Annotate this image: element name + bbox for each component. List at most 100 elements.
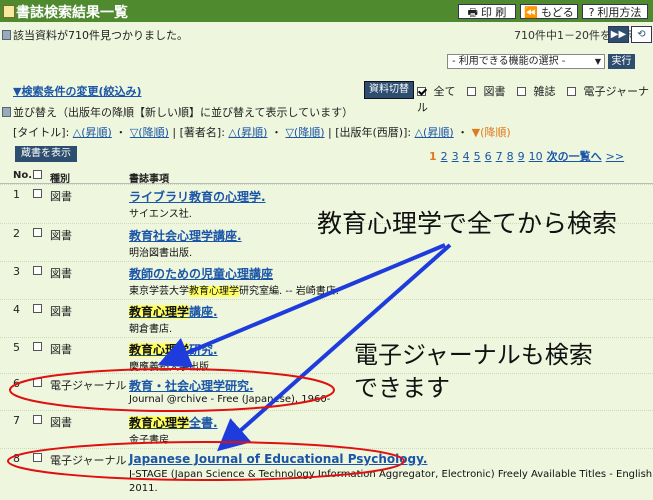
row-checkbox[interactable]: [33, 228, 42, 237]
record-title-link[interactable]: 教育心理学全書.: [129, 414, 218, 431]
record-title-link[interactable]: 教師のための児童心理講座: [129, 265, 273, 282]
row-number: 1: [13, 188, 20, 201]
row-checkbox[interactable]: [33, 266, 42, 275]
help-button[interactable]: ? 利用方法: [582, 4, 648, 19]
page-link[interactable]: 3: [452, 150, 459, 163]
filter-all-checkbox[interactable]: [417, 87, 426, 96]
page-link[interactable]: 9: [518, 150, 525, 163]
result-count: 該当資料が710件見つかりました。: [2, 27, 188, 43]
sort-icon: [2, 107, 11, 117]
sort-author-asc[interactable]: △(昇順): [228, 126, 267, 139]
filter-journals[interactable]: 雑誌: [517, 85, 560, 98]
chevron-down-icon: ▼: [594, 57, 601, 66]
record-title-link[interactable]: 教育心理学講座.: [129, 303, 218, 320]
execute-button[interactable]: 実行: [608, 54, 635, 69]
pagination: 1 2 3 4 5 6 7 8 9 10 次の一覧へ >>: [429, 148, 628, 164]
material-type: 図書: [50, 416, 72, 429]
page-link[interactable]: 8: [507, 150, 514, 163]
printer-icon: 🖶: [467, 6, 478, 19]
change-conditions-link[interactable]: ▼検索条件の変更(絞込み): [13, 83, 142, 99]
sort-author-desc[interactable]: ▽(降順): [285, 126, 324, 139]
table-header: No. 種別 書誌事項: [0, 167, 653, 185]
page-link[interactable]: 7: [496, 150, 503, 163]
row-checkbox[interactable]: [33, 453, 42, 462]
search-term-highlight: 教育心理学: [129, 416, 190, 430]
publisher: サイエンス社.: [129, 209, 192, 220]
annotation-overlay: [7, 243, 452, 481]
row-divider: [0, 448, 653, 449]
row-checkbox[interactable]: [33, 342, 42, 351]
sort-year-asc[interactable]: △(昇順): [415, 126, 454, 139]
row-divider: [0, 410, 653, 411]
select-all-checkbox[interactable]: [33, 170, 42, 179]
publisher-line2: 2011.: [129, 483, 158, 494]
sort-title-desc[interactable]: ▽(降順): [130, 126, 169, 139]
filter-ejournals-checkbox[interactable]: [567, 87, 576, 96]
row-divider: [0, 261, 653, 262]
show-holdings-button[interactable]: 蔵書を表示: [15, 146, 77, 162]
switch-material-button[interactable]: 資料切替: [364, 81, 414, 99]
material-type: 電子ジャーナル: [50, 454, 127, 467]
search-term-highlight: 教育心理学: [129, 343, 190, 357]
help-icon: ?: [588, 6, 595, 19]
record-title-link[interactable]: 教育・社会心理学研究.: [129, 377, 254, 394]
row-checkbox[interactable]: [33, 415, 42, 424]
filter-all[interactable]: 全て: [417, 85, 460, 98]
next-list-link[interactable]: 次の一覧へ: [547, 150, 602, 163]
row-number: 2: [13, 227, 20, 240]
page-title: 書誌検索結果一覧: [16, 5, 128, 21]
page-link[interactable]: 6: [485, 150, 492, 163]
record-title-link[interactable]: Japanese Journal of Educational Psycholo…: [129, 452, 427, 466]
annotation-search-all: 教育心理学で全てから検索: [317, 209, 618, 238]
col-no: No.: [13, 170, 33, 181]
last-page-link[interactable]: >>: [606, 150, 624, 163]
sort-title-asc[interactable]: △(昇順): [73, 126, 112, 139]
publisher: 東京学芸大学教育心理学研究室編. -- 岩崎書店.: [129, 286, 339, 297]
record-title-link[interactable]: 教育心理学研究.: [129, 341, 218, 358]
next-page-button[interactable]: ▶▶: [608, 26, 629, 43]
annotation-ejournal-line2: できます: [354, 374, 450, 402]
page-link[interactable]: 2: [441, 150, 448, 163]
row-checkbox[interactable]: [33, 378, 42, 387]
col-info: 書誌事項: [129, 174, 169, 185]
page-link[interactable]: 4: [463, 150, 470, 163]
page-current: 1: [429, 150, 437, 163]
filter-books[interactable]: 図書: [467, 85, 510, 98]
material-type: 図書: [50, 267, 72, 280]
info-icon: [2, 30, 11, 40]
row-number: 3: [13, 265, 20, 278]
print-button[interactable]: 🖶 印 刷: [458, 4, 516, 19]
refresh-icon: ⟲: [637, 29, 646, 40]
material-type: 図書: [50, 190, 72, 203]
page-link[interactable]: 10: [529, 150, 543, 163]
record-title-link[interactable]: 教育社会心理学講座.: [129, 227, 242, 244]
filter-books-checkbox[interactable]: [467, 87, 476, 96]
page-link[interactable]: 5: [474, 150, 481, 163]
document-icon: [3, 5, 15, 18]
publisher: Journal @rchive - Free (Japanese), 1960-: [129, 394, 331, 405]
annotation-ejournal-line1: 電子ジャーナルも検索: [354, 341, 593, 369]
row-number: 6: [13, 377, 20, 390]
fast-forward-icon: ▶▶: [610, 29, 627, 40]
row-checkbox[interactable]: [33, 304, 42, 313]
row-number: 7: [13, 414, 20, 427]
record-title-link[interactable]: ライブラリ教育の心理学.: [129, 188, 266, 205]
filter-journals-checkbox[interactable]: [517, 87, 526, 96]
sort-options: [タイトル]: △(昇順) ・ ▽(降順) | [著者名]: △(昇順) ・ ▽…: [13, 126, 511, 139]
search-term-highlight: 教育心理学: [129, 305, 190, 319]
material-type: 図書: [50, 343, 72, 356]
row-checkbox[interactable]: [33, 189, 42, 198]
row-number: 8: [13, 452, 20, 465]
publisher: 金子書房.: [129, 435, 173, 446]
row-divider: [0, 299, 653, 300]
back-button[interactable]: ⏪ もどる: [520, 4, 578, 19]
row-divider: [0, 373, 653, 374]
search-term-highlight: 教育心理学: [189, 286, 239, 297]
material-type: 図書: [50, 305, 72, 318]
feature-select[interactable]: - 利用できる機能の選択 - ▼: [447, 54, 605, 69]
material-filters: 全て 図書 雑誌 電子ジャーナル: [417, 83, 653, 115]
refresh-button[interactable]: ⟲: [631, 26, 652, 43]
back-icon: ⏪: [524, 6, 538, 19]
row-divider: [0, 184, 653, 185]
material-type: 図書: [50, 229, 72, 242]
